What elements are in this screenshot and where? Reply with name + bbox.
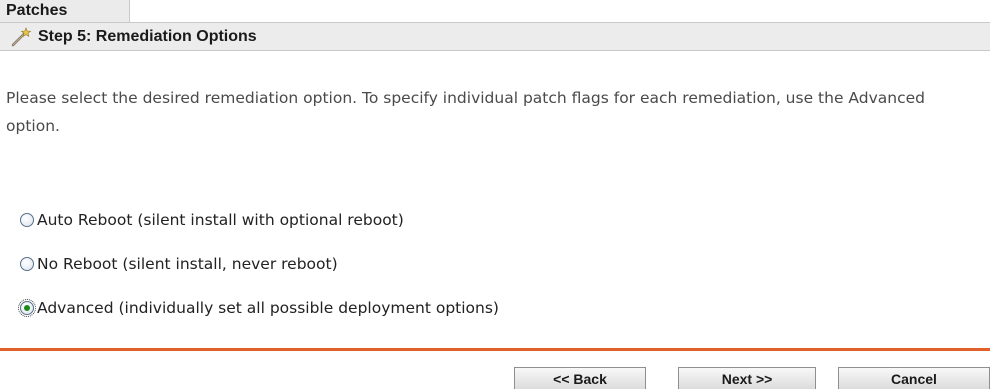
option-no-reboot[interactable]: No Reboot (silent install, never reboot) — [20, 252, 338, 276]
instructions-text: Please select the desired remediation op… — [6, 89, 925, 135]
next-button[interactable]: Next >> — [678, 367, 816, 389]
auto-reboot-radio[interactable] — [20, 213, 34, 227]
option-auto-reboot[interactable]: Auto Reboot (silent install with optiona… — [20, 208, 404, 232]
footer-divider — [0, 348, 990, 351]
back-button[interactable]: << Back — [514, 367, 646, 389]
panel-tab-row: Patches — [0, 0, 990, 23]
no-reboot-label: No Reboot (silent install, never reboot) — [37, 255, 338, 273]
advanced-radio[interactable] — [18, 299, 36, 317]
panel-tab-title: Patches — [0, 0, 130, 22]
auto-reboot-label: Auto Reboot (silent install with optiona… — [37, 211, 404, 229]
option-advanced[interactable]: Advanced (individually set all possible … — [18, 296, 499, 320]
wand-icon — [11, 27, 32, 47]
step-header: Step 5: Remediation Options — [0, 23, 990, 51]
step-title: Step 5: Remediation Options — [38, 28, 257, 45]
advanced-label: Advanced (individually set all possible … — [37, 299, 499, 317]
cancel-button[interactable]: Cancel — [838, 367, 990, 389]
no-reboot-radio[interactable] — [20, 257, 34, 271]
